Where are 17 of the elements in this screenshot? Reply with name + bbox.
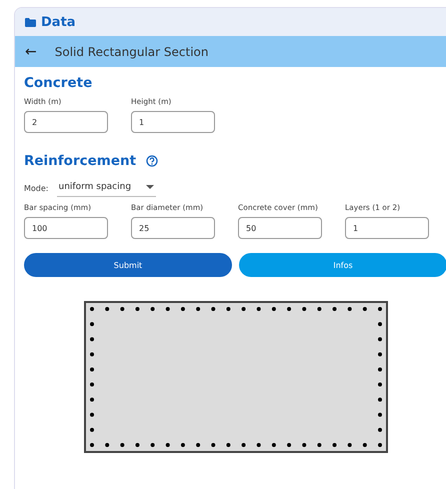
toolbar-title: Solid Rectangular Section [54,44,208,58]
caret-icon [146,185,154,189]
input-field[interactable]: 1 [131,111,215,133]
section-heading: Concrete [24,75,94,91]
mode-dropdown[interactable]: uniform spacing [56,179,156,197]
input-field[interactable]: 2 [24,111,108,133]
input-field[interactable]: 1 [345,217,429,239]
help-icon [146,155,158,167]
section-heading: Reinforcement [24,153,136,169]
back-button[interactable]: ← [15,44,45,60]
input-field[interactable]: 100 [24,217,108,239]
mode-label: Mode: [24,184,48,192]
panel-title: Data [41,14,76,30]
button[interactable]: Submit [24,253,232,277]
input-field[interactable]: 25 [131,217,215,239]
input-field[interactable]: 50 [238,217,322,239]
folder-icon [25,18,36,26]
